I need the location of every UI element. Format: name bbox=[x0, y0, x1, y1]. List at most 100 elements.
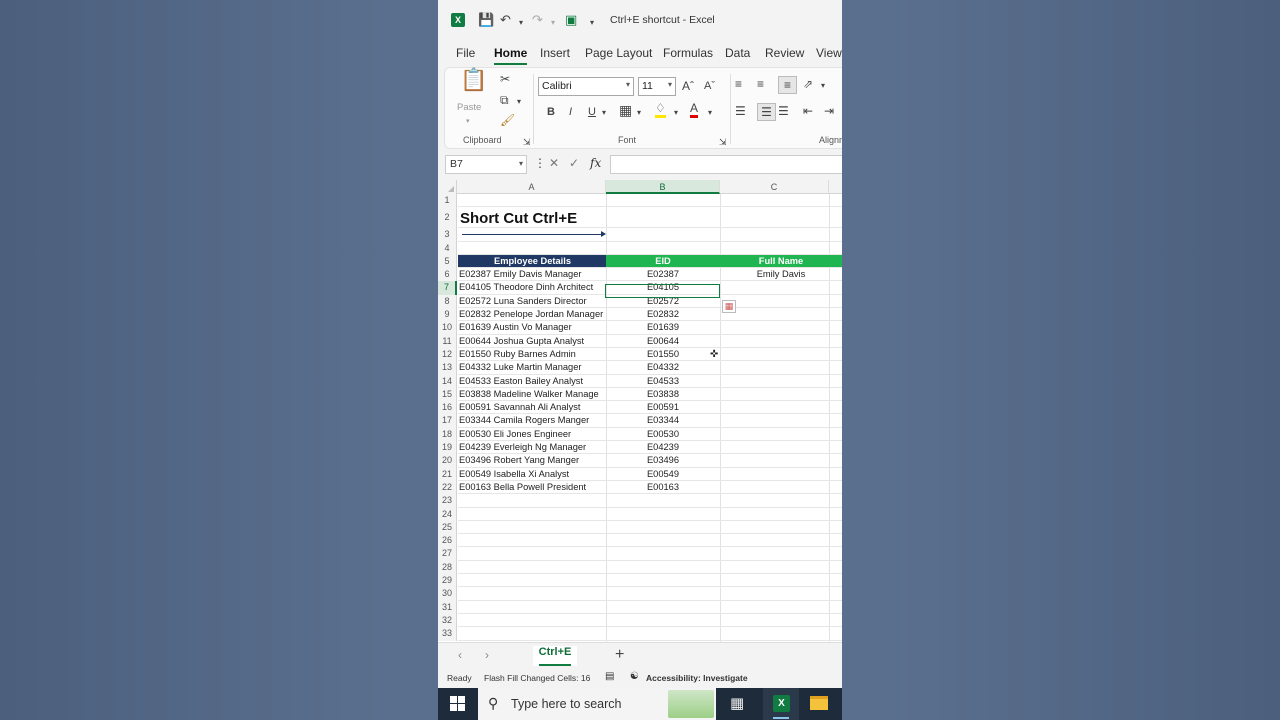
cell-full-name[interactable]: Emily Davis bbox=[720, 268, 842, 281]
cell-eid[interactable]: E03344 bbox=[606, 414, 720, 427]
cell-eid[interactable]: E04239 bbox=[606, 441, 720, 454]
orientation-dropdown-icon[interactable]: ▾ bbox=[821, 78, 825, 94]
fill-color-icon[interactable]: ♢ bbox=[655, 101, 666, 118]
row-header[interactable]: 22 bbox=[438, 480, 457, 495]
cell-full-name[interactable] bbox=[720, 335, 842, 348]
cell-full-name[interactable] bbox=[720, 441, 842, 454]
font-dialog-launcher-icon[interactable]: ⇲ bbox=[719, 134, 727, 150]
tab-review[interactable]: Review bbox=[765, 46, 804, 60]
cell-employee-details[interactable]: E03838 Madeline Walker Manage bbox=[458, 388, 606, 402]
cell-eid[interactable]: E04332 bbox=[606, 361, 720, 374]
align-left-icon[interactable]: ☰ bbox=[735, 103, 746, 119]
undo-icon[interactable]: ↶ bbox=[500, 12, 511, 28]
cell-employee-details[interactable]: E03344 Camila Rogers Manger bbox=[458, 414, 606, 428]
row-header[interactable]: 32 bbox=[438, 613, 457, 628]
cell-full-name[interactable] bbox=[720, 281, 842, 294]
cell-employee-details[interactable]: E03496 Robert Yang Manger bbox=[458, 454, 606, 468]
formula-input[interactable] bbox=[610, 155, 842, 174]
row-header[interactable]: 6 bbox=[438, 268, 457, 282]
row-header[interactable]: 25 bbox=[438, 520, 457, 535]
taskbar-search-box[interactable]: ⚲ Type here to search bbox=[478, 688, 716, 720]
format-painter-icon[interactable]: 🖌 bbox=[500, 112, 515, 128]
cell-employee-details[interactable]: E00644 Joshua Gupta Analyst bbox=[458, 335, 606, 348]
increase-font-icon[interactable]: Aˆ bbox=[682, 78, 694, 94]
row-header[interactable]: 7 bbox=[438, 281, 457, 295]
next-sheet-icon[interactable]: › bbox=[485, 648, 489, 662]
paste-icon[interactable]: 📋 bbox=[460, 69, 488, 98]
row-header[interactable]: 15 bbox=[438, 387, 457, 402]
redo-icon[interactable]: ↷ bbox=[532, 12, 543, 28]
header-eid[interactable]: EID bbox=[606, 254, 720, 269]
cell-full-name[interactable] bbox=[720, 321, 842, 334]
row-header[interactable]: 17 bbox=[438, 414, 457, 428]
cell-full-name[interactable] bbox=[720, 468, 842, 481]
underline-button[interactable]: U bbox=[588, 104, 596, 120]
cell-full-name[interactable] bbox=[720, 481, 842, 494]
italic-button[interactable]: I bbox=[569, 104, 572, 120]
cell-employee-details[interactable]: E04239 Everleigh Ng Manager bbox=[458, 441, 606, 455]
flash-fill-options-icon[interactable]: ▦ bbox=[722, 300, 736, 313]
cell-full-name[interactable] bbox=[720, 401, 842, 414]
cut-icon[interactable]: ✂ bbox=[500, 71, 510, 87]
cell-full-name[interactable] bbox=[720, 308, 842, 321]
align-bottom-icon[interactable]: ≡ bbox=[778, 76, 797, 94]
font-color-dropdown-icon[interactable]: ▾ bbox=[708, 105, 712, 121]
customize-toolbar-icon[interactable]: ▾ bbox=[590, 15, 594, 31]
redo-dropdown-icon[interactable]: ▾ bbox=[551, 15, 555, 31]
borders-dropdown-icon[interactable]: ▾ bbox=[637, 105, 641, 121]
cell-eid[interactable]: E02832 bbox=[606, 308, 720, 321]
windows-start-icon[interactable] bbox=[450, 696, 466, 712]
align-center-icon[interactable]: ☰ bbox=[757, 103, 776, 121]
increase-indent-icon[interactable]: ⇥ bbox=[824, 103, 834, 119]
cell-employee-details[interactable]: E04332 Luke Martin Manager bbox=[458, 361, 606, 375]
select-all-button[interactable] bbox=[438, 180, 457, 194]
cell-eid[interactable]: E00549 bbox=[606, 468, 720, 481]
align-right-icon[interactable]: ☰ bbox=[778, 103, 789, 119]
row-header[interactable]: 31 bbox=[438, 600, 457, 614]
tab-page-layout[interactable]: Page Layout bbox=[585, 46, 652, 60]
cell-eid[interactable]: E00644 bbox=[606, 335, 720, 348]
column-header-c[interactable]: C bbox=[720, 180, 829, 194]
cancel-icon[interactable]: ✕ bbox=[549, 156, 559, 170]
cell-employee-details[interactable]: E04533 Easton Bailey Analyst bbox=[458, 375, 606, 388]
accessibility-icon[interactable]: ☯ bbox=[630, 671, 639, 682]
cell-eid[interactable]: E03838 bbox=[606, 388, 720, 401]
row-header[interactable]: 5 bbox=[438, 254, 457, 269]
cell-eid[interactable]: E00591 bbox=[606, 401, 720, 414]
cell-eid[interactable]: E02387 bbox=[606, 268, 720, 281]
cell-employee-details[interactable]: E00549 Isabella Xi Analyst bbox=[458, 468, 606, 481]
cell-eid[interactable]: E01639 bbox=[606, 321, 720, 334]
cell-employee-details[interactable]: E00530 Eli Jones Engineer bbox=[458, 428, 606, 442]
font-color-icon[interactable]: A bbox=[690, 101, 699, 118]
cell-employee-details[interactable]: E02387 Emily Davis Manager bbox=[458, 268, 606, 282]
header-employee-details[interactable]: Employee Details bbox=[458, 254, 606, 269]
row-header[interactable]: 14 bbox=[438, 374, 457, 388]
cell-eid[interactable]: E00163 bbox=[606, 481, 720, 494]
status-accessibility[interactable]: Accessibility: Investigate bbox=[646, 673, 748, 683]
row-header[interactable]: 3 bbox=[438, 228, 457, 242]
decrease-indent-icon[interactable]: ⇤ bbox=[803, 103, 813, 119]
decrease-font-icon[interactable]: Aˇ bbox=[704, 78, 715, 94]
font-name-select[interactable]: Calibri ▾ bbox=[538, 77, 634, 96]
row-header[interactable]: 1 bbox=[438, 194, 457, 208]
name-box[interactable]: B7 ▾ bbox=[445, 155, 527, 174]
row-header[interactable]: 21 bbox=[438, 467, 457, 481]
copy-icon[interactable]: ⧉ bbox=[500, 92, 509, 108]
excel-taskbar-icon[interactable]: X bbox=[763, 688, 799, 720]
row-header[interactable]: 13 bbox=[438, 361, 457, 375]
cell-eid[interactable]: E03496 bbox=[606, 454, 720, 467]
cell-employee-details[interactable]: E02832 Penelope Jordan Manager bbox=[458, 308, 606, 322]
cell-full-name[interactable] bbox=[720, 428, 842, 441]
row-header[interactable]: 19 bbox=[438, 441, 457, 455]
copy-dropdown-icon[interactable]: ▾ bbox=[517, 94, 521, 110]
cell-full-name[interactable] bbox=[720, 375, 842, 388]
paste-dropdown-icon[interactable]: ▾ bbox=[466, 114, 470, 130]
clipboard-dialog-launcher-icon[interactable]: ⇲ bbox=[523, 134, 531, 150]
prev-sheet-icon[interactable]: ‹ bbox=[458, 648, 462, 662]
active-cell-selection[interactable] bbox=[605, 284, 720, 298]
more-options-icon[interactable]: ⋮ bbox=[534, 156, 546, 170]
row-header[interactable]: 33 bbox=[438, 627, 457, 641]
tab-view[interactable]: View bbox=[816, 46, 842, 60]
tab-file[interactable]: File bbox=[456, 46, 475, 60]
arrow-shape[interactable] bbox=[462, 231, 606, 237]
